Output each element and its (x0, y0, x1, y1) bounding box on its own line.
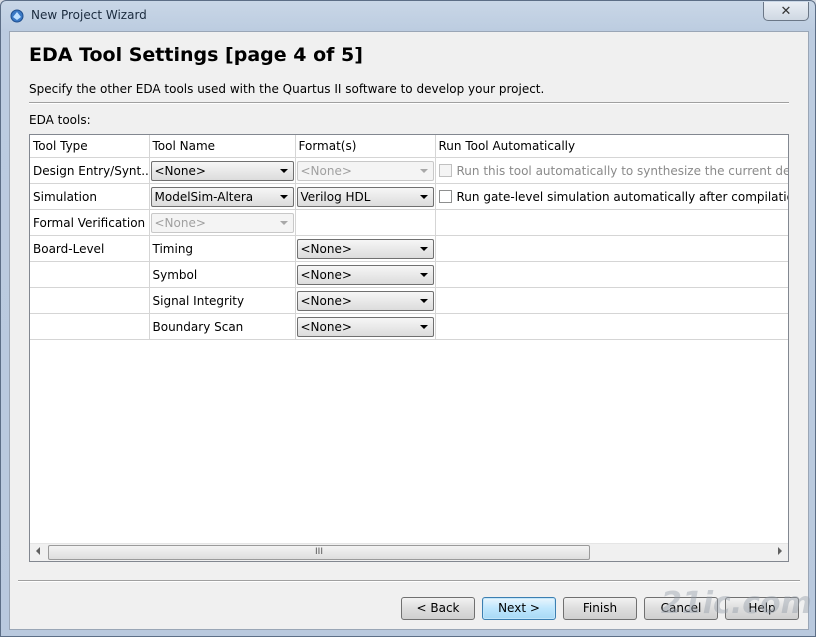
formal-verification-tool-combo: <None> (150, 212, 294, 233)
finish-button[interactable]: Finish (563, 597, 637, 620)
cancel-button[interactable]: Cancel (644, 597, 718, 620)
simulation-format-combo[interactable]: Verilog HDL (296, 186, 434, 207)
header-divider (29, 102, 789, 104)
page-description: Specify the other EDA tools used with th… (29, 82, 545, 96)
col-header-tool-type[interactable]: Tool Type (30, 135, 150, 158)
col-header-run-auto[interactable]: Run Tool Automatically (435, 135, 788, 158)
chevron-down-icon (419, 272, 428, 277)
quartus-app-icon (10, 9, 24, 23)
design-entry-run-label: Run this tool automatically to synthesiz… (456, 163, 789, 178)
chevron-down-icon (279, 220, 288, 225)
footer-divider (18, 580, 800, 582)
eda-tools-label: EDA tools: (29, 113, 91, 127)
table-row-board-symbol: Symbol <None> (30, 261, 788, 288)
chevron-down-icon (419, 194, 428, 199)
col-header-formats[interactable]: Format(s) (295, 135, 436, 158)
tool-type-cell: Board-Level (30, 235, 150, 262)
tool-name-cell: Symbol (149, 261, 296, 288)
scroll-left-arrow-icon[interactable] (36, 547, 40, 555)
chevron-down-icon (419, 298, 428, 303)
tool-name-cell: Signal Integrity (149, 287, 296, 314)
simulation-run-label[interactable]: Run gate-level simulation automatically … (457, 190, 789, 204)
chevron-down-icon (419, 324, 428, 329)
chevron-down-icon (419, 168, 428, 173)
chevron-down-icon (419, 246, 428, 251)
help-button[interactable]: Help (725, 597, 799, 620)
table-row-design-entry: Design Entry/Synt... <None> <None> Run t… (30, 157, 789, 184)
title-bar: New Project Wizard ✕ (1, 1, 815, 31)
page-title: EDA Tool Settings [page 4 of 5] (29, 44, 363, 66)
symbol-format-combo[interactable]: <None> (296, 264, 434, 285)
table-row-board-boundary-scan: Boundary Scan <None> (30, 313, 788, 340)
tool-type-cell: Design Entry/Synt... (30, 157, 150, 184)
chevron-down-icon (279, 194, 288, 199)
simulation-run-checkbox[interactable] (438, 189, 452, 203)
table-row-board-timing: Board-Level Timing <None> (30, 235, 788, 262)
simulation-tool-combo[interactable]: ModelSim-Altera (150, 186, 294, 207)
signal-integrity-format-combo[interactable]: <None> (296, 290, 434, 311)
table-row-board-signal-integrity: Signal Integrity <None> (30, 287, 788, 314)
tool-type-cell: Simulation (30, 183, 150, 210)
scroll-right-arrow-icon[interactable] (778, 547, 782, 555)
window-title: New Project Wizard (31, 8, 147, 22)
table-row-simulation: Simulation ModelSim-Altera Verilog HDL R… (30, 183, 789, 210)
horizontal-scrollbar[interactable]: III (30, 543, 788, 561)
chevron-down-icon (279, 168, 288, 173)
tool-name-cell: Timing (149, 235, 296, 262)
timing-format-combo[interactable]: <None> (296, 238, 434, 259)
eda-tools-table: Tool Type Tool Name Format(s) Run Tool A… (29, 134, 789, 562)
next-button[interactable]: Next > (482, 597, 556, 620)
col-header-tool-name[interactable]: Tool Name (149, 135, 296, 158)
back-button[interactable]: < Back (401, 597, 475, 620)
design-entry-format-combo: <None> (296, 160, 434, 181)
tool-name-cell: Boundary Scan (149, 313, 296, 340)
boundary-scan-format-combo[interactable]: <None> (296, 316, 434, 337)
design-entry-run-checkbox (438, 163, 452, 177)
wizard-client-area: EDA Tool Settings [page 4 of 5] Specify … (9, 31, 809, 630)
scrollbar-thumb[interactable]: III (48, 545, 590, 560)
wizard-window: New Project Wizard ✕ EDA Tool Settings [… (0, 0, 816, 637)
table-header-row: Tool Type Tool Name Format(s) Run Tool A… (30, 135, 788, 158)
table-row-formal-verification: Formal Verification <None> (30, 209, 788, 236)
design-entry-tool-combo[interactable]: <None> (150, 160, 294, 181)
close-button[interactable]: ✕ (763, 2, 809, 21)
tool-type-cell: Formal Verification (30, 209, 150, 236)
